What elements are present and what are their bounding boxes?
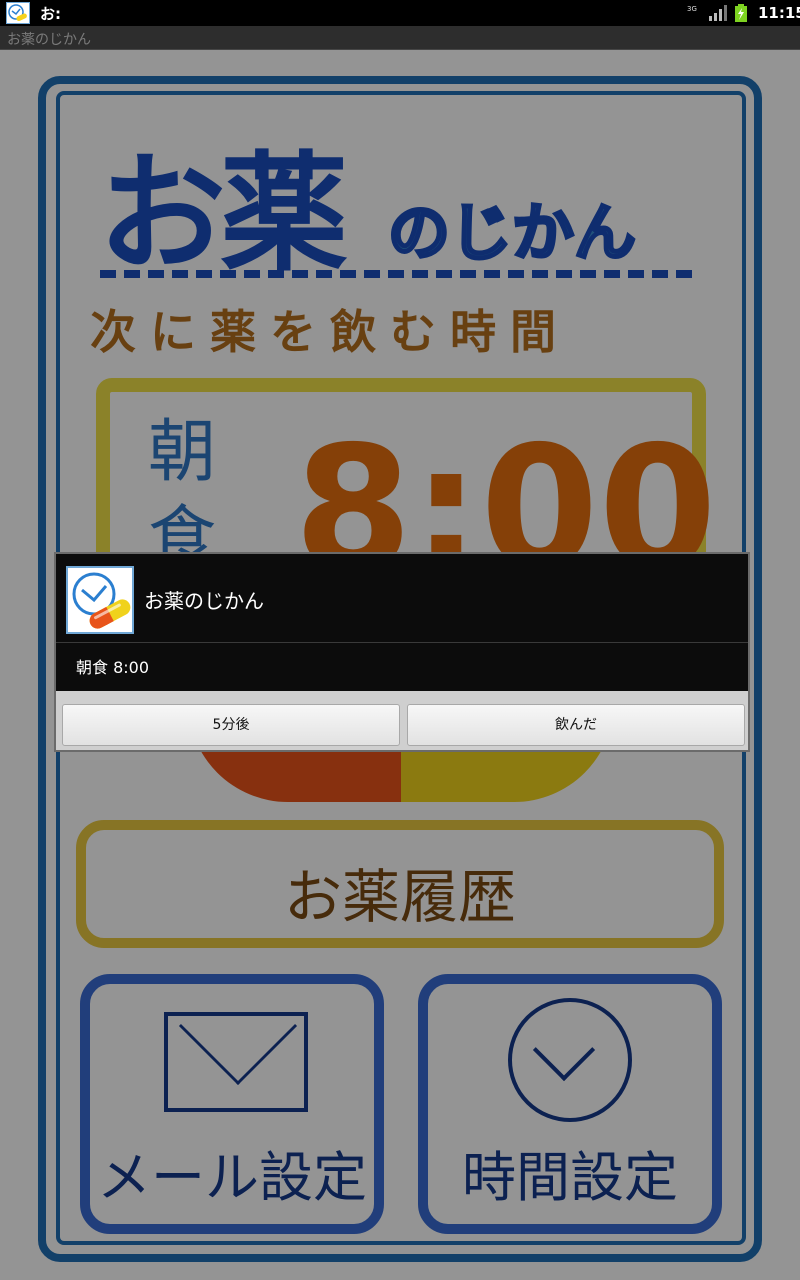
app-icon <box>6 2 30 24</box>
pill-clock-icon <box>66 566 134 634</box>
screen: お: 3G 11:15 お薬のじかん お薬 のじかん 次に薬を飲む時間 朝食 8… <box>0 0 800 1280</box>
network-3g-icon: 3G <box>687 5 697 13</box>
snooze-button[interactable]: 5分後 <box>62 704 400 746</box>
dialog-message: 朝食 8:00 <box>76 658 150 677</box>
signal-icon <box>709 5 727 21</box>
battery-charging-icon <box>735 4 747 22</box>
notification-app-name: お: <box>40 5 61 23</box>
dialog-divider <box>56 642 748 643</box>
status-bar: お: 3G 11:15 <box>0 0 800 26</box>
reminder-dialog: お薬のじかん 朝食 8:00 5分後 飲んだ <box>54 552 750 752</box>
dialog-button-bar: 5分後 飲んだ <box>56 691 748 750</box>
dialog-title: お薬のじかん <box>144 589 264 613</box>
taken-button[interactable]: 飲んだ <box>407 704 745 746</box>
clock-time: 11:15 <box>758 4 800 22</box>
app-title: お薬のじかん <box>7 32 91 48</box>
title-bar: お薬のじかん <box>0 26 800 50</box>
